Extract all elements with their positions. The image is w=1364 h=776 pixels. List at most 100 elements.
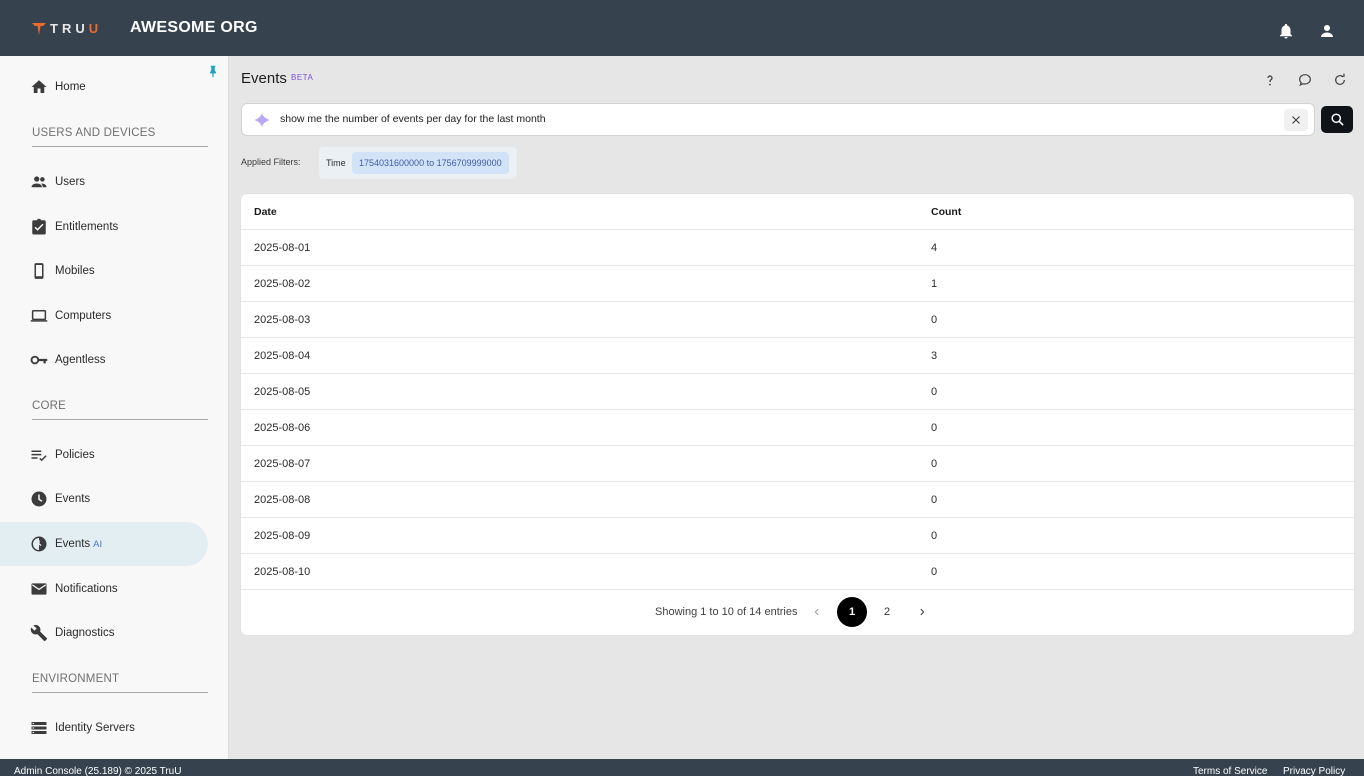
sidebar-item-label: Home xyxy=(55,81,86,93)
pin-icon[interactable] xyxy=(206,63,220,79)
cell-date: 2025-08-01 xyxy=(254,242,311,254)
cell-date: 2025-08-09 xyxy=(254,530,311,542)
cell-date: 2025-08-04 xyxy=(254,350,311,362)
table-row: 2025-08-08 0 xyxy=(241,482,1354,518)
bell-icon[interactable] xyxy=(1277,22,1295,40)
logo-text: TRU xyxy=(50,21,89,36)
refresh-icon[interactable] xyxy=(1332,72,1348,88)
privacy-link[interactable]: Privacy Policy xyxy=(1283,766,1345,776)
help-icon[interactable] xyxy=(1262,72,1278,88)
sidebar-item-label: Diagnostics xyxy=(55,627,115,639)
table-row: 2025-08-07 0 xyxy=(241,446,1354,482)
filter-chip[interactable]: 1754031600000 to 1756709999000 xyxy=(352,152,509,174)
section-core: CORE xyxy=(32,400,208,420)
laptop-icon xyxy=(30,310,48,322)
cell-count: 0 xyxy=(931,494,938,506)
top-bar: TRUU AWESOME ORG xyxy=(0,0,1364,56)
table-row: 2025-08-01 4 xyxy=(241,230,1354,266)
terms-link[interactable]: Terms of Service xyxy=(1193,766,1267,776)
mail-icon xyxy=(31,583,47,595)
sidebar-item-identity-servers[interactable]: Identity Servers xyxy=(0,706,208,750)
sidebar-item-label: Policies xyxy=(55,449,95,461)
filter-time: Time 1754031600000 to 1756709999000 xyxy=(319,147,517,179)
policy-list-icon xyxy=(31,450,47,462)
page-title: Events xyxy=(241,70,287,87)
pagination-info: Showing 1 to 10 of 14 entries xyxy=(655,606,798,618)
cell-date: 2025-08-03 xyxy=(254,314,311,326)
sidebar-item-label: Events xyxy=(55,538,91,550)
truu-logo[interactable]: TRUU xyxy=(32,21,102,36)
cell-date: 2025-08-05 xyxy=(254,386,311,398)
cell-date: 2025-08-08 xyxy=(254,494,311,506)
cell-count: 0 xyxy=(931,458,938,470)
sidebar-item-home[interactable]: Home xyxy=(0,65,208,109)
section-environment: ENVIRONMENT xyxy=(32,673,208,693)
cell-count: 3 xyxy=(931,350,938,362)
sidebar-item-entitlements[interactable]: Entitlements xyxy=(0,205,208,249)
sidebar-item-events-ai[interactable]: Events AI xyxy=(0,522,208,566)
page-button-2[interactable]: 2 xyxy=(872,597,902,627)
cell-date: 2025-08-07 xyxy=(254,458,311,470)
sidebar-item-diagnostics[interactable]: Diagnostics xyxy=(0,611,208,655)
sidebar-item-label: Notifications xyxy=(55,583,118,595)
sidebar-item-notifications[interactable]: Notifications xyxy=(0,567,208,611)
sidebar-item-computers[interactable]: Computers xyxy=(0,294,208,338)
clock-ai-icon xyxy=(31,536,47,552)
page-button-1[interactable]: 1 xyxy=(837,597,867,627)
table-row: 2025-08-02 1 xyxy=(241,266,1354,302)
wrench-icon xyxy=(30,624,48,642)
events-table: Date Count 2025-08-01 4 2025-08-02 1 202… xyxy=(241,194,1354,635)
cell-date: 2025-08-02 xyxy=(254,278,311,290)
prev-page-button[interactable] xyxy=(802,597,832,627)
clipboard-check-icon xyxy=(32,218,46,235)
search-input[interactable] xyxy=(280,113,1260,125)
sidebar-item-policies[interactable]: Policies xyxy=(0,433,208,477)
sidebar-item-label: Computers xyxy=(55,310,112,322)
search-button[interactable] xyxy=(1321,106,1353,133)
column-header-date[interactable]: Date xyxy=(254,206,277,218)
sidebar-item-agentless[interactable]: Agentless xyxy=(0,338,208,382)
cell-date: 2025-08-10 xyxy=(254,566,311,578)
chevron-left-icon xyxy=(814,608,819,616)
sparkle-icon xyxy=(254,112,270,128)
next-page-button[interactable] xyxy=(907,597,937,627)
column-header-count[interactable]: Count xyxy=(931,206,961,218)
mobile-icon xyxy=(34,263,44,279)
sidebar: Home USERS AND DEVICES Users Entitlement… xyxy=(0,56,229,759)
cell-count: 4 xyxy=(931,242,938,254)
chevron-right-icon xyxy=(920,608,925,616)
account-icon[interactable] xyxy=(1318,22,1336,40)
chat-icon[interactable] xyxy=(1297,72,1313,88)
sidebar-item-events[interactable]: Events xyxy=(0,477,208,521)
cell-count: 0 xyxy=(931,386,938,398)
applied-filters-label: Applied Filters: xyxy=(241,157,301,167)
server-icon xyxy=(31,722,47,734)
beta-badge: BETA xyxy=(291,73,314,82)
key-icon xyxy=(30,355,48,365)
org-name: AWESOME ORG xyxy=(130,19,258,36)
table-row: 2025-08-09 0 xyxy=(241,518,1354,554)
sidebar-item-mobiles[interactable]: Mobiles xyxy=(0,249,208,293)
footer: Admin Console (25.189) © 2025 TruU Terms… xyxy=(0,759,1364,776)
sidebar-item-label: Events xyxy=(55,493,91,505)
sidebar-item-label: Users xyxy=(55,176,86,188)
footer-copyright: Admin Console (25.189) © 2025 TruU xyxy=(14,766,182,776)
table-row: 2025-08-04 3 xyxy=(241,338,1354,374)
section-users-and-devices: USERS AND DEVICES xyxy=(32,127,208,147)
cell-date: 2025-08-06 xyxy=(254,422,311,434)
clear-search-button[interactable] xyxy=(1284,109,1308,131)
sidebar-item-users[interactable]: Users xyxy=(0,160,208,204)
sidebar-item-label: Identity Servers xyxy=(55,722,135,734)
main-content: Events BETA Applied Filters: Time 175403… xyxy=(229,56,1364,759)
sidebar-item-label: Mobiles xyxy=(55,265,95,277)
table-row: 2025-08-03 0 xyxy=(241,302,1354,338)
cell-count: 0 xyxy=(931,314,938,326)
search-icon xyxy=(1330,113,1344,126)
logo-mark-icon xyxy=(32,22,46,35)
logo-text-accent: U xyxy=(88,21,103,36)
table-row: 2025-08-06 0 xyxy=(241,410,1354,446)
home-icon xyxy=(31,80,47,93)
table-row: 2025-08-10 0 xyxy=(241,554,1354,590)
cell-count: 0 xyxy=(931,566,938,578)
table-header: Date Count xyxy=(241,194,1354,230)
